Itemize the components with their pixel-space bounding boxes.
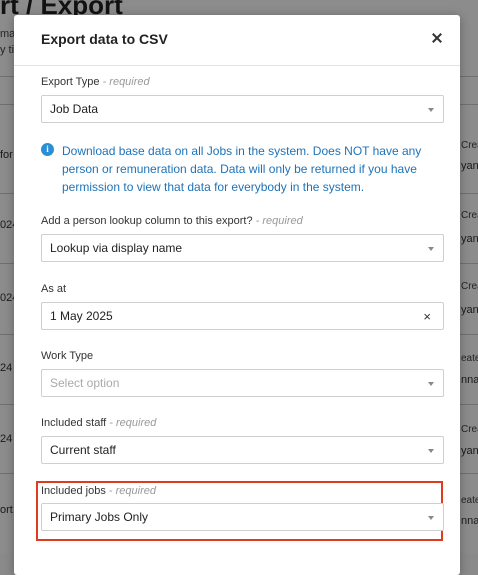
included-jobs-value: Primary Jobs Only bbox=[50, 510, 149, 524]
lookup-value: Lookup via display name bbox=[50, 241, 183, 255]
lookup-select[interactable]: Lookup via display name bbox=[41, 234, 444, 262]
close-icon[interactable] bbox=[427, 28, 447, 48]
lookup-label: Add a person lookup column to this expor… bbox=[41, 215, 303, 227]
included-staff-select[interactable]: Current staff bbox=[41, 436, 444, 464]
as-at-label: As at bbox=[41, 283, 67, 295]
export-type-label: Export Type - required bbox=[41, 76, 150, 88]
modal-header: Export data to CSV bbox=[14, 15, 460, 66]
export-type-select[interactable]: Job Data bbox=[41, 95, 444, 123]
export-type-value: Job Data bbox=[50, 102, 99, 116]
chevron-down-icon bbox=[428, 516, 434, 520]
required-hint: - required bbox=[109, 417, 157, 429]
work-type-select[interactable]: Select option bbox=[41, 369, 444, 397]
chevron-down-icon bbox=[428, 382, 434, 386]
work-type-label: Work Type bbox=[41, 350, 94, 362]
chevron-down-icon bbox=[428, 449, 434, 453]
clear-icon[interactable]: × bbox=[423, 309, 431, 324]
modal-title: Export data to CSV bbox=[41, 31, 168, 47]
chevron-down-icon bbox=[428, 247, 434, 251]
chevron-down-icon bbox=[428, 108, 434, 112]
as-at-date-input[interactable]: 1 May 2025 × bbox=[41, 302, 444, 330]
work-type-placeholder: Select option bbox=[50, 376, 120, 390]
info-icon: i bbox=[41, 143, 54, 156]
as-at-value: 1 May 2025 bbox=[50, 309, 113, 323]
required-hint: - required bbox=[108, 485, 156, 497]
required-hint: - required bbox=[255, 215, 303, 227]
required-hint: - required bbox=[102, 76, 150, 88]
info-text: Download base data on all Jobs in the sy… bbox=[62, 144, 422, 194]
export-modal: Export data to CSV Export Type - require… bbox=[14, 15, 460, 575]
included-jobs-label: Included jobs - required bbox=[41, 485, 156, 497]
included-jobs-select[interactable]: Primary Jobs Only bbox=[41, 503, 444, 531]
included-staff-value: Current staff bbox=[50, 443, 116, 457]
included-staff-label: Included staff - required bbox=[41, 417, 157, 429]
